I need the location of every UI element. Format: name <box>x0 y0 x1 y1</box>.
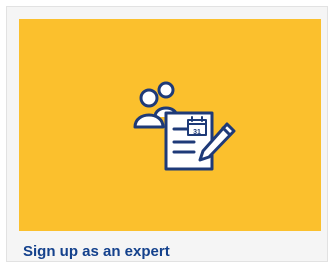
expert-signup-card[interactable]: 31 Sign up as an expert <box>6 6 328 262</box>
expert-signup-icon: 31 <box>133 81 236 171</box>
sign-up-expert-link[interactable]: Sign up as an expert <box>23 243 170 260</box>
card-banner[interactable]: 31 <box>19 19 321 231</box>
calendar-day-label: 31 <box>193 129 201 136</box>
